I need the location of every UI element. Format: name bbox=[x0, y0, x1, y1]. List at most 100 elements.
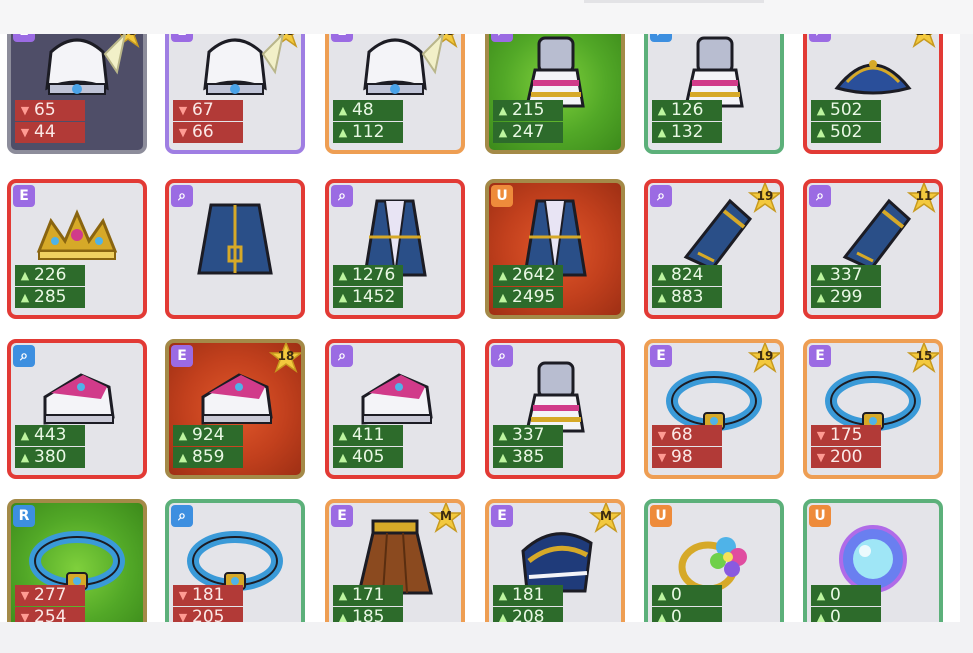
stat-value: 205 bbox=[192, 607, 225, 622]
item-slot[interactable]: ⌕ ▲ 337 ▲ 385 bbox=[485, 339, 625, 479]
stat-primary: ▲ 226 bbox=[15, 265, 85, 286]
arrow-up-icon: ▲ bbox=[498, 269, 508, 282]
stat-value: 185 bbox=[352, 607, 385, 622]
arrow-up-icon: ▲ bbox=[816, 291, 826, 304]
stat-secondary: ▲ 285 bbox=[15, 287, 85, 308]
stat-secondary: ▲ 502 bbox=[811, 122, 881, 143]
stat-secondary: ▼ 254 bbox=[15, 607, 85, 622]
stat-secondary: ▲ 0 bbox=[811, 607, 881, 622]
stat-value: 337 bbox=[512, 425, 545, 445]
cape-icon bbox=[179, 197, 291, 279]
item-slot[interactable]: ⌕ ▼ 181 ▼ 205 bbox=[165, 499, 305, 622]
item-slot[interactable]: ⌕▲215▲247 bbox=[485, 34, 625, 154]
stat-value: 502 bbox=[830, 100, 863, 120]
item-slot[interactable]: U ▲ 0 ▲ 0 bbox=[803, 499, 943, 622]
stat-secondary: ▲ 859 bbox=[173, 447, 243, 468]
arrow-up-icon: ▲ bbox=[816, 269, 826, 282]
arrow-down-icon: ▼ bbox=[20, 611, 30, 622]
stat-value: 215 bbox=[512, 100, 545, 120]
item-slot[interactable]: E ▲ 226 ▲ 285 bbox=[7, 179, 147, 319]
stat-value: 208 bbox=[512, 607, 545, 622]
stat-value: 883 bbox=[671, 287, 704, 307]
arrow-down-icon: ▼ bbox=[178, 126, 188, 139]
arrow-up-icon: ▲ bbox=[498, 611, 508, 622]
bottom-strip bbox=[0, 622, 973, 653]
item-slot[interactable]: E M ▲ 171 ▲ 185 bbox=[325, 499, 465, 622]
stat-value: 502 bbox=[830, 122, 863, 142]
stat-value: 247 bbox=[512, 122, 545, 142]
item-slot[interactable]: E M ▲ 181 ▲ 208 bbox=[485, 499, 625, 622]
stat-primary: ▲ 1276 bbox=[333, 265, 403, 286]
stat-primary: ▲ 337 bbox=[493, 425, 563, 446]
item-slot[interactable]: E 19 ▼ 68 ▼ 98 bbox=[644, 339, 784, 479]
stat-value: 181 bbox=[512, 585, 545, 605]
stat-primary: ▲ 411 bbox=[333, 425, 403, 446]
arrow-up-icon: ▲ bbox=[816, 611, 826, 622]
stat-primary: ▼ 67 bbox=[173, 100, 243, 121]
stat-value: 67 bbox=[192, 100, 214, 120]
item-slot[interactable]: U ▲ 2642 ▲ 2495 bbox=[485, 179, 625, 319]
stat-value: 112 bbox=[352, 122, 385, 142]
stat-primary: ▲ 215 bbox=[493, 100, 563, 121]
arrow-down-icon: ▼ bbox=[657, 429, 667, 442]
stat-secondary: ▲ 385 bbox=[493, 447, 563, 468]
item-slot[interactable]: ⌕ 11 ▲ 337 ▲ 299 bbox=[803, 179, 943, 319]
arrow-up-icon: ▲ bbox=[338, 451, 348, 464]
stat-secondary: ▲ 299 bbox=[811, 287, 881, 308]
stat-value: 98 bbox=[671, 447, 693, 467]
stat-secondary: ▲ 405 bbox=[333, 447, 403, 468]
stat-value: 277 bbox=[34, 585, 67, 605]
arrow-up-icon: ▲ bbox=[178, 451, 188, 464]
arrow-up-icon: ▲ bbox=[338, 126, 348, 139]
arrow-down-icon: ▼ bbox=[816, 429, 826, 442]
item-slot[interactable]: E 18 ▲ 924 ▲ 859 bbox=[165, 339, 305, 479]
stat-secondary: ▲ 0 bbox=[652, 607, 722, 622]
stat-secondary: ▲ 208 bbox=[493, 607, 563, 622]
item-slot[interactable]: E18▲48▲112 bbox=[325, 34, 465, 154]
arrow-down-icon: ▼ bbox=[178, 611, 188, 622]
stat-value: 405 bbox=[352, 447, 385, 467]
item-slot[interactable]: E18▼67▼66 bbox=[165, 34, 305, 154]
stat-value: 226 bbox=[34, 265, 67, 285]
stat-secondary: ▼ 98 bbox=[652, 447, 722, 468]
stat-primary: ▲ 48 bbox=[333, 100, 403, 121]
stat-primary: ▲ 443 bbox=[15, 425, 85, 446]
item-slot[interactable]: ⌕ ▲ 411 ▲ 405 bbox=[325, 339, 465, 479]
item-slot[interactable]: ⌕18▲502▲502 bbox=[803, 34, 943, 154]
inventory-grid: E18▼65▼44E18▼67▼66E18▲48▲112⌕▲215▲247⌕▲1… bbox=[0, 34, 960, 622]
item-slot[interactable]: ⌕ bbox=[165, 179, 305, 319]
arrow-up-icon: ▲ bbox=[657, 589, 667, 602]
arrow-down-icon: ▼ bbox=[20, 589, 30, 602]
item-slot[interactable]: ⌕ ▲ 1276 ▲ 1452 bbox=[325, 179, 465, 319]
stat-value: 924 bbox=[192, 425, 225, 445]
stat-value: 132 bbox=[671, 122, 704, 142]
arrow-up-icon: ▲ bbox=[498, 451, 508, 464]
item-slot[interactable]: E18▼65▼44 bbox=[7, 34, 147, 154]
arrow-up-icon: ▲ bbox=[498, 126, 508, 139]
stat-primary: ▼ 277 bbox=[15, 585, 85, 606]
stat-secondary: ▼ 44 bbox=[15, 122, 85, 143]
stat-primary: ▼ 181 bbox=[173, 585, 243, 606]
stat-value: 1452 bbox=[352, 287, 396, 307]
arrow-up-icon: ▲ bbox=[816, 104, 826, 117]
stat-value: 380 bbox=[34, 447, 67, 467]
stat-value: 254 bbox=[34, 607, 67, 622]
stat-value: 2642 bbox=[512, 265, 556, 285]
arrow-down-icon: ▼ bbox=[178, 589, 188, 602]
item-slot[interactable]: ⌕ 19 ▲ 824 ▲ 883 bbox=[644, 179, 784, 319]
stat-secondary: ▼ 200 bbox=[811, 447, 881, 468]
arrow-up-icon: ▲ bbox=[657, 611, 667, 622]
item-slot[interactable]: ⌕▲126▲132 bbox=[644, 34, 784, 154]
stat-value: 181 bbox=[192, 585, 225, 605]
arrow-up-icon: ▲ bbox=[338, 589, 348, 602]
item-slot[interactable]: R ▼ 277 ▼ 254 bbox=[7, 499, 147, 622]
stat-primary: ▲ 0 bbox=[811, 585, 881, 606]
stat-secondary: ▲ 185 bbox=[333, 607, 403, 622]
item-slot[interactable]: U ▲ 0 ▲ 0 bbox=[644, 499, 784, 622]
stat-value: 175 bbox=[830, 425, 863, 445]
stat-primary: ▲ 0 bbox=[652, 585, 722, 606]
arrow-up-icon: ▲ bbox=[338, 269, 348, 282]
stat-secondary: ▲ 1452 bbox=[333, 287, 403, 308]
item-slot[interactable]: ⌕ ▲ 443 ▲ 380 bbox=[7, 339, 147, 479]
item-slot[interactable]: E 15 ▼ 175 ▼ 200 bbox=[803, 339, 943, 479]
